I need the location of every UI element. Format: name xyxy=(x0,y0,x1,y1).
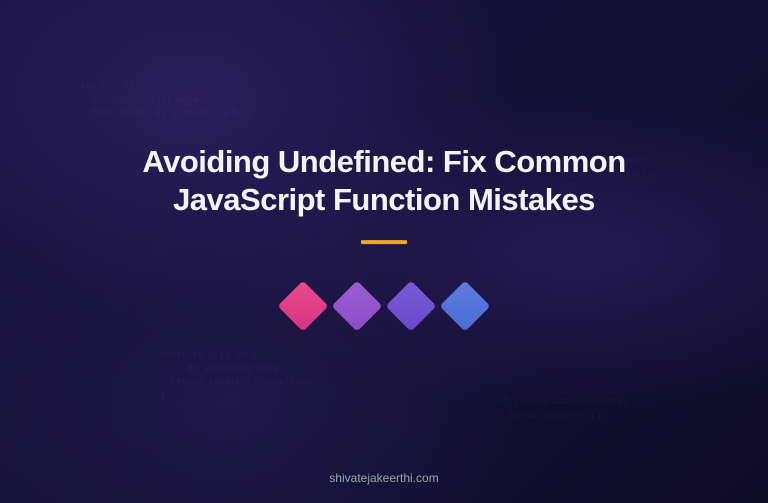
diamond-icon xyxy=(332,281,383,332)
decorative-code-snippet: if (value === undefined) throw new Error… xyxy=(498,396,628,423)
decorative-code-snippet: const fn = () => { // do something here … xyxy=(160,349,317,403)
title-underline xyxy=(361,240,407,244)
diamond-icon xyxy=(386,281,437,332)
diamond-icon xyxy=(278,281,329,332)
decorative-code-snippet: let x = 10; // comment text here functio… xyxy=(80,80,253,121)
footer-attribution: shivatejakeerthi.com xyxy=(329,471,438,485)
decorative-diamonds xyxy=(0,288,768,324)
page-title: Avoiding Undefined: Fix Common JavaScrip… xyxy=(104,143,664,221)
diamond-icon xyxy=(440,281,491,332)
main-content: Avoiding Undefined: Fix Common JavaScrip… xyxy=(0,143,768,325)
